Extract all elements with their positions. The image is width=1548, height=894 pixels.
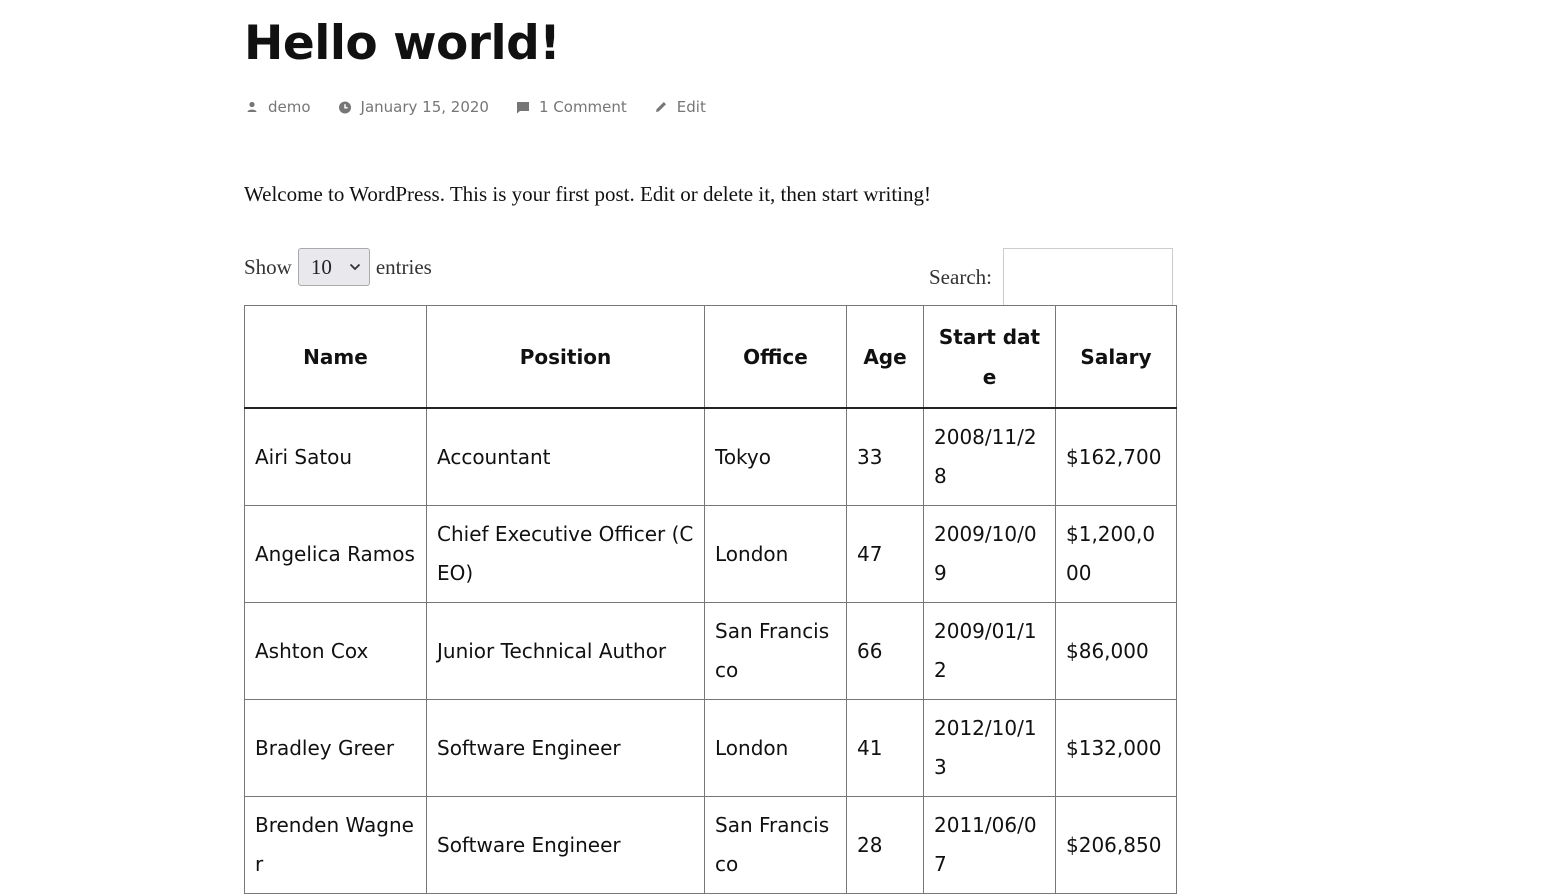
post-date: January 15, 2020 bbox=[337, 98, 489, 116]
table-search: Search: bbox=[929, 248, 1173, 306]
search-input[interactable] bbox=[1002, 248, 1173, 306]
comments-link[interactable]: 1 Comment bbox=[539, 98, 627, 116]
cell-position: Software Engineer bbox=[426, 699, 705, 797]
post-intro: Welcome to WordPress. This is your first… bbox=[244, 182, 931, 206]
cell-office: San Francisco bbox=[704, 796, 847, 894]
column-header-salary[interactable]: Salary bbox=[1055, 305, 1177, 409]
table-row: Bradley Greer Software Engineer London 4… bbox=[244, 699, 1177, 797]
post-comments: 1 Comment bbox=[515, 98, 627, 116]
post-title[interactable]: Hello world! bbox=[244, 14, 561, 74]
cell-name: Angelica Ramos bbox=[244, 505, 427, 603]
cell-position: Chief Executive Officer (CEO) bbox=[426, 505, 705, 603]
cell-start-date: 2011/06/07 bbox=[923, 796, 1056, 894]
date-link[interactable]: January 15, 2020 bbox=[361, 98, 489, 116]
length-select[interactable]: 10 bbox=[297, 248, 370, 286]
cell-office: London bbox=[704, 699, 847, 797]
cell-age: 66 bbox=[846, 602, 924, 700]
cell-name: Airi Satou bbox=[244, 407, 427, 506]
author-link[interactable]: demo bbox=[268, 98, 311, 116]
cell-office: London bbox=[704, 505, 847, 603]
cell-position: Accountant bbox=[426, 407, 705, 506]
cell-age: 28 bbox=[846, 796, 924, 894]
cell-office: San Francisco bbox=[704, 602, 847, 700]
cell-age: 47 bbox=[846, 505, 924, 603]
cell-position: Junior Technical Author bbox=[426, 602, 705, 700]
cell-position: Software Engineer bbox=[426, 796, 705, 894]
cell-salary: $1,200,000 bbox=[1055, 505, 1177, 603]
cell-start-date: 2009/01/12 bbox=[923, 602, 1056, 700]
table-row: Ashton Cox Junior Technical Author San F… bbox=[244, 602, 1177, 700]
cell-age: 33 bbox=[846, 407, 924, 506]
cell-start-date: 2008/11/28 bbox=[923, 407, 1056, 506]
table-row: Brenden Wagner Software Engineer San Fra… bbox=[244, 796, 1177, 894]
cell-name: Brenden Wagner bbox=[244, 796, 427, 894]
clock-icon bbox=[337, 99, 353, 115]
cell-office: Tokyo bbox=[704, 407, 847, 506]
table-row: Airi Satou Accountant Tokyo 33 2008/11/2… bbox=[244, 407, 1177, 506]
table-length-control: Show 10 entries bbox=[244, 248, 432, 286]
cell-salary: $206,850 bbox=[1055, 796, 1177, 894]
person-icon bbox=[244, 99, 260, 115]
column-header-office[interactable]: Office bbox=[704, 305, 847, 409]
length-select-value: 10 bbox=[310, 254, 332, 279]
cell-name: Ashton Cox bbox=[244, 602, 427, 700]
table-row: Angelica Ramos Chief Executive Officer (… bbox=[244, 505, 1177, 603]
comment-icon bbox=[515, 99, 531, 115]
column-header-position[interactable]: Position bbox=[426, 305, 705, 409]
column-header-start-date[interactable]: Start date bbox=[923, 305, 1056, 409]
cell-salary: $132,000 bbox=[1055, 699, 1177, 797]
cell-start-date: 2009/10/09 bbox=[923, 505, 1056, 603]
length-prefix: Show bbox=[244, 254, 292, 279]
post-author: demo bbox=[244, 98, 311, 116]
cell-salary: $162,700 bbox=[1055, 407, 1177, 506]
post-meta: demo January 15, 2020 1 Comment Edit bbox=[244, 98, 732, 116]
cell-salary: $86,000 bbox=[1055, 602, 1177, 700]
table-header: Name Position Office Age Start date Sala… bbox=[244, 305, 1177, 409]
search-label: Search: bbox=[929, 264, 992, 289]
pencil-icon bbox=[653, 99, 669, 115]
chevron-down-icon bbox=[349, 263, 360, 271]
column-header-age[interactable]: Age bbox=[846, 305, 924, 409]
edit-link[interactable]: Edit bbox=[677, 98, 706, 116]
post-edit: Edit bbox=[653, 98, 706, 116]
column-header-name[interactable]: Name bbox=[244, 305, 427, 409]
table-body: Airi Satou Accountant Tokyo 33 2008/11/2… bbox=[244, 407, 1177, 894]
cell-start-date: 2012/10/13 bbox=[923, 699, 1056, 797]
cell-name: Bradley Greer bbox=[244, 699, 427, 797]
employees-table: Name Position Office Age Start date Sala… bbox=[244, 305, 1177, 894]
header-row: Name Position Office Age Start date Sala… bbox=[244, 305, 1177, 409]
cell-age: 41 bbox=[846, 699, 924, 797]
length-suffix: entries bbox=[375, 254, 432, 279]
